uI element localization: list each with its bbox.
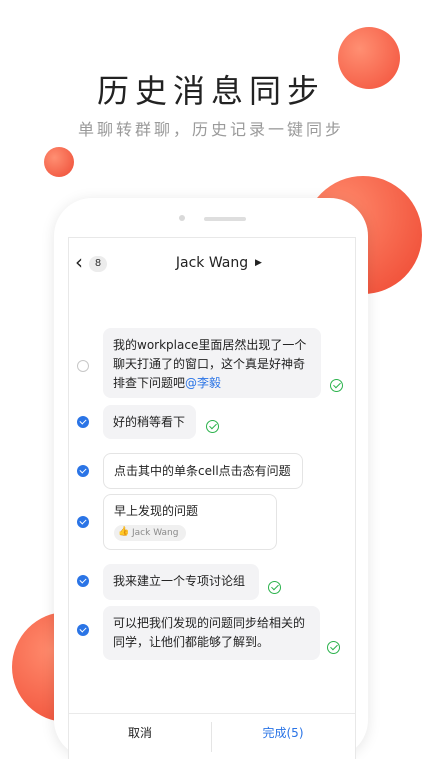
message-bubble[interactable]: 好的稍等看下 bbox=[103, 405, 196, 439]
mention-link[interactable]: @李毅 bbox=[185, 376, 221, 390]
page-title: 历史消息同步 bbox=[96, 72, 325, 110]
reaction-user: Jack Wang bbox=[132, 528, 179, 538]
speaker-slot bbox=[204, 217, 246, 221]
check-icon bbox=[327, 641, 340, 654]
message-bubble[interactable]: 我的workplace里面居然出现了一个聊天打通了的窗口，这个真是好神奇排查下问… bbox=[103, 328, 321, 398]
thumbs-up-icon: 👍 bbox=[118, 527, 130, 537]
message-bubble[interactable]: 可以把我们发现的问题同步给相关的同学，让他们都能够了解到。 bbox=[103, 606, 320, 660]
cancel-button[interactable]: 取消 bbox=[69, 724, 211, 741]
message-text: 点击其中的单条cell点击态有问题 bbox=[114, 464, 291, 478]
chat-header: ‹ 8 Jack Wang ▶ bbox=[69, 238, 355, 288]
select-radio[interactable] bbox=[77, 516, 89, 528]
page-subtitle: 单聊转群聊，历史记录一键同步 bbox=[77, 120, 344, 139]
select-radio[interactable] bbox=[77, 360, 89, 372]
message-text: 早上发现的问题 bbox=[114, 504, 199, 518]
action-footer: 取消 完成(5) bbox=[69, 713, 355, 759]
select-radio[interactable] bbox=[77, 416, 89, 428]
select-radio[interactable] bbox=[77, 575, 89, 587]
camera-dot bbox=[179, 215, 185, 221]
select-radio[interactable] bbox=[77, 465, 89, 477]
message-text: 可以把我们发现的问题同步给相关的同学，让他们都能够了解到。 bbox=[113, 616, 306, 649]
done-button[interactable]: 完成(5) bbox=[212, 724, 354, 741]
message-text: 好的稍等看下 bbox=[113, 415, 186, 429]
check-icon bbox=[268, 581, 281, 594]
play-arrow-icon[interactable]: ▶ bbox=[255, 258, 262, 268]
reaction-chip[interactable]: 👍 Jack Wang bbox=[114, 525, 187, 541]
check-icon bbox=[206, 420, 219, 433]
check-icon bbox=[330, 379, 343, 392]
chat-screen: ‹ 8 Jack Wang ▶ 我的workplace里面居然出现了一个聊天打通… bbox=[68, 237, 356, 759]
message-bubble[interactable]: 我来建立一个专项讨论组 bbox=[103, 564, 259, 600]
message-bubble[interactable]: 点击其中的单条cell点击态有问题 bbox=[103, 453, 303, 489]
select-radio[interactable] bbox=[77, 624, 89, 636]
phone-frame: ‹ 8 Jack Wang ▶ 我的workplace里面居然出现了一个聊天打通… bbox=[54, 198, 368, 759]
message-text: 我来建立一个专项讨论组 bbox=[113, 574, 246, 588]
message-bubble[interactable]: 早上发现的问题 👍 Jack Wang bbox=[103, 494, 277, 550]
decor-circle-small-left bbox=[44, 147, 74, 177]
contact-name[interactable]: Jack Wang bbox=[69, 255, 355, 271]
